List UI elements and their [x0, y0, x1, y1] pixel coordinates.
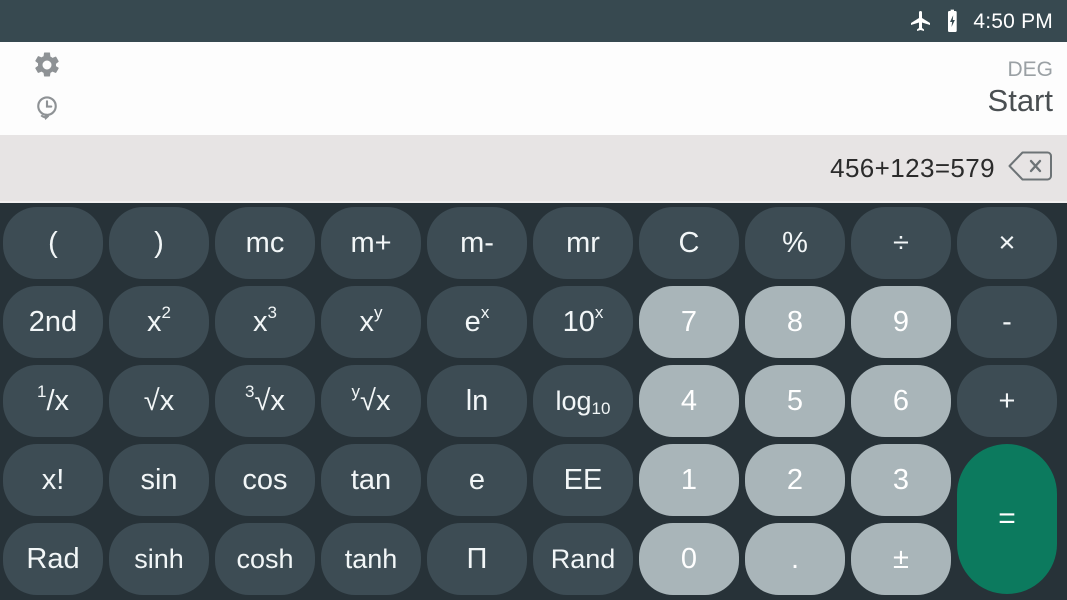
key-m+[interactable]: m+ [321, 207, 421, 279]
keypad-row: 1/x √x 3 √x y √x ln log 10 4 5 6 + [3, 365, 1064, 444]
key-x[interactable]: 3 √x [215, 365, 315, 437]
key-equals[interactable]: = [957, 444, 1057, 594]
history-clock-icon[interactable] [32, 93, 62, 128]
keypad-row: () mc m+ m-mr C% ÷ × [3, 207, 1064, 286]
key-tan[interactable]: tan [321, 444, 421, 516]
airplane-mode-icon [909, 9, 933, 33]
key-sym[interactable]: ÷ [851, 207, 951, 279]
key-cosh[interactable]: cosh [215, 523, 315, 595]
key-x[interactable]: 1/x [3, 365, 103, 437]
app-header: DEG Start [0, 42, 1067, 135]
angle-mode-label[interactable]: DEG [1007, 59, 1053, 82]
key-sym[interactable]: ) [109, 207, 209, 279]
key-10[interactable]: 10 x [533, 286, 633, 358]
key-sym[interactable]: ( [3, 207, 103, 279]
key-8[interactable]: 8 [745, 286, 845, 358]
backspace-icon[interactable] [1007, 149, 1053, 188]
keypad: () mc m+ m-mr C% ÷ × 2nd x 2 x 3 x y e x 10 x 7 8 9-1/x √x 3 √x… [0, 203, 1067, 600]
key-sym[interactable]: % [745, 207, 845, 279]
start-label[interactable]: Start [988, 83, 1053, 118]
key-e[interactable]: ex [427, 286, 527, 358]
key-9[interactable]: 9 [851, 286, 951, 358]
key-e[interactable]: e [427, 444, 527, 516]
key-ln[interactable]: ln [427, 365, 527, 437]
key-mr[interactable]: mr [533, 207, 633, 279]
key-x[interactable]: xy [321, 286, 421, 358]
key-x[interactable]: y √x [321, 365, 421, 437]
expression-text: 456+123=579 [830, 153, 995, 183]
key-2nd[interactable]: 2nd [3, 286, 103, 358]
key-c[interactable]: C [639, 207, 739, 279]
key-0[interactable]: 0 [639, 523, 739, 595]
expression-bar[interactable]: 456+123=579 [0, 135, 1067, 203]
key-7[interactable]: 7 [639, 286, 739, 358]
keypad-row: Rad sinh cosh tanh Π Rand 0. ± [3, 523, 1064, 600]
key-rad[interactable]: Rad [3, 523, 103, 595]
key-tanh[interactable]: tanh [321, 523, 421, 595]
status-bar: 4:50 PM [0, 0, 1067, 42]
key-cos[interactable]: cos [215, 444, 315, 516]
key-x[interactable]: x2 [109, 286, 209, 358]
keypad-row: 2nd x 2 x 3 x y e x 10 x 7 8 9- [3, 286, 1064, 365]
key-sym[interactable]: ± [851, 523, 951, 595]
battery-charging-icon [943, 9, 963, 33]
gear-icon[interactable] [32, 50, 62, 85]
header-right-labels: DEG Start [988, 42, 1053, 135]
equals-slot: = [957, 444, 1057, 594]
calculator-app: 4:50 PM DEG Start 456+123=579 () mc m+ … [0, 0, 1067, 600]
key-m-[interactable]: m- [427, 207, 527, 279]
key-ee[interactable]: EE [533, 444, 633, 516]
key-5[interactable]: 5 [745, 365, 845, 437]
status-bar-time: 4:50 PM [973, 9, 1053, 33]
key-log[interactable]: log 10 [533, 365, 633, 437]
key-+[interactable]: + [957, 365, 1057, 437]
key-sym[interactable]: Π [427, 523, 527, 595]
key-1[interactable]: 1 [639, 444, 739, 516]
keypad-row: x! sin cos tan e EE 1 2 3 = [3, 444, 1064, 594]
key-x[interactable]: x3 [215, 286, 315, 358]
header-left-icons [32, 42, 62, 135]
key--[interactable]: - [957, 286, 1057, 358]
key-sinh[interactable]: sinh [109, 523, 209, 595]
key-x[interactable]: √x [109, 365, 209, 437]
key-rand[interactable]: Rand [533, 523, 633, 595]
key-6[interactable]: 6 [851, 365, 951, 437]
key-mc[interactable]: mc [215, 207, 315, 279]
key-4[interactable]: 4 [639, 365, 739, 437]
key-sym[interactable]: . [745, 523, 845, 595]
key-2[interactable]: 2 [745, 444, 845, 516]
key-sin[interactable]: sin [109, 444, 209, 516]
key-x[interactable]: x! [3, 444, 103, 516]
key-3[interactable]: 3 [851, 444, 951, 516]
key-sym[interactable]: × [957, 207, 1057, 279]
